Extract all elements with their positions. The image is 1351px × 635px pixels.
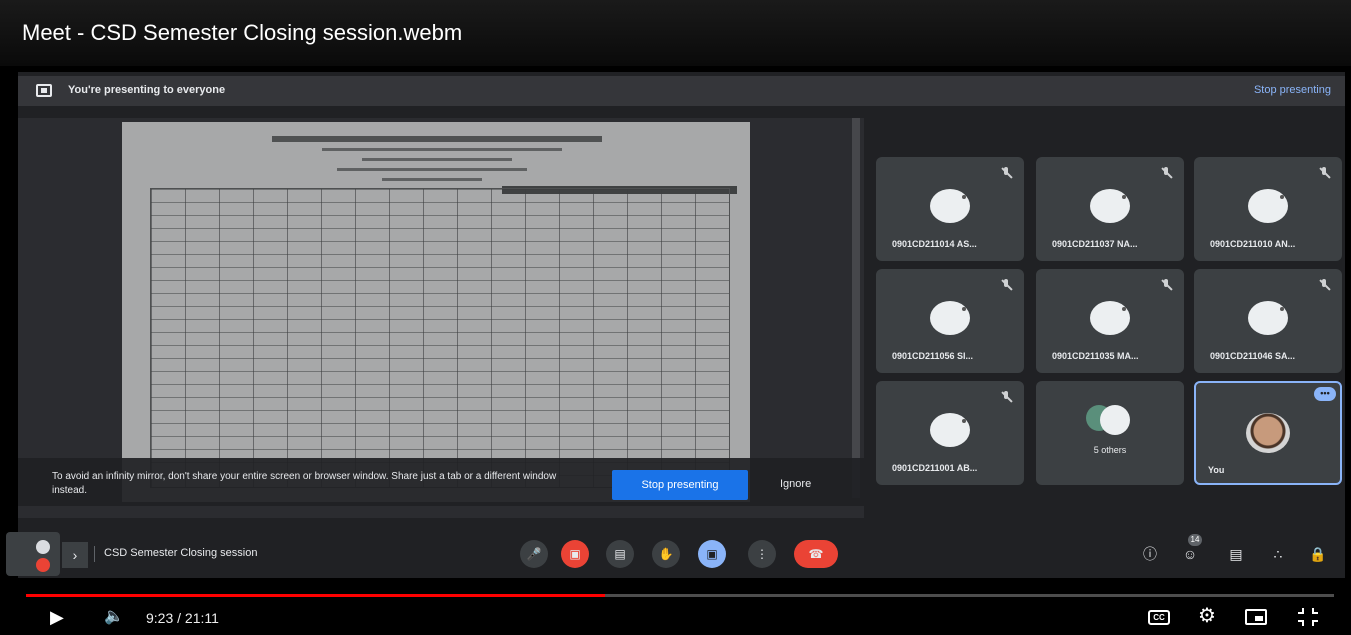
mic-off-icon: [1000, 279, 1012, 291]
captions-icon[interactable]: CC: [1148, 610, 1170, 625]
presenting-text: You're presenting to everyone: [68, 84, 226, 96]
mic-off-icon: [1000, 167, 1012, 179]
time-display: 9:23 / 21:11: [146, 610, 219, 626]
participant-tile[interactable]: 0901CD211056 SI...: [876, 269, 1024, 373]
stop-presenting-button[interactable]: Stop presenting: [612, 470, 748, 500]
mic-off-button[interactable]: 🎤: [520, 540, 548, 568]
participant-tile[interactable]: 0901CD211010 AN...: [1194, 157, 1342, 261]
participant-name: 0901CD211001 AB...: [892, 463, 978, 473]
document-header-line: [272, 136, 602, 142]
participant-tile[interactable]: 0901CD211001 AB...: [876, 381, 1024, 485]
avatar: [930, 413, 970, 447]
document-line: [322, 148, 562, 151]
ignore-button[interactable]: Ignore: [780, 478, 811, 490]
infinity-mirror-warning: To avoid an infinity mirror, don't share…: [18, 458, 864, 506]
participant-name: 0901CD211046 SA...: [1210, 351, 1296, 361]
warning-text: To avoid an infinity mirror, don't share…: [52, 471, 557, 496]
host-controls-icon[interactable]: 🔒: [1308, 544, 1328, 564]
people-icon[interactable]: ☺ 14: [1180, 534, 1202, 564]
self-tile[interactable]: ••• You: [1194, 381, 1342, 485]
mic-off-icon: [1160, 167, 1172, 179]
avatar: [930, 189, 970, 223]
camera-status-icon: [36, 540, 50, 554]
chat-icon[interactable]: ▤: [1226, 544, 1246, 564]
document-line: [337, 168, 527, 171]
participant-tile[interactable]: 0901CD211035 MA...: [1036, 269, 1184, 373]
meeting-info-icon[interactable]: ⓘ: [1140, 544, 1160, 564]
self-avatar: [1246, 413, 1290, 453]
avatar: [1090, 301, 1130, 335]
more-options-icon[interactable]: •••: [1314, 387, 1336, 401]
document-line: [382, 178, 482, 181]
video-title-bar: Meet - CSD Semester Closing session.webm: [0, 0, 1351, 66]
screen-divider: [852, 118, 860, 498]
player-control-bar: ▶ 🔈 9:23 / 21:11 CC ⚙: [0, 598, 1351, 635]
participant-count-badge: 14: [1188, 534, 1202, 546]
participant-name: 0901CD211056 SI...: [892, 351, 974, 361]
participant-name: 0901CD211010 AN...: [1210, 239, 1296, 249]
chevron-right-icon[interactable]: ›: [62, 542, 88, 568]
mic-off-icon: [1000, 391, 1012, 403]
participant-tile[interactable]: 0901CD211014 AS...: [876, 157, 1024, 261]
present-button[interactable]: ▣: [698, 540, 726, 568]
meet-control-bar: › CSD Semester Closing session 🎤 ▣ ▤ ✋ ▣…: [4, 532, 1347, 576]
miniplayer-icon[interactable]: [1245, 609, 1267, 625]
gear-icon[interactable]: ⚙: [1198, 606, 1216, 626]
self-label: You: [1208, 465, 1225, 475]
avatar: [1248, 189, 1288, 223]
avatar: [1100, 405, 1130, 435]
shared-document-image: [122, 122, 750, 502]
more-options-button[interactable]: ⋮: [748, 540, 776, 568]
camera-off-button[interactable]: ▣: [561, 540, 589, 568]
presenting-banner: You're presenting to everyone Stop prese…: [18, 76, 1345, 106]
video-title: Meet - CSD Semester Closing session.webm: [22, 20, 463, 45]
play-icon[interactable]: ▶: [50, 606, 64, 628]
mic-off-icon: [1318, 279, 1330, 291]
present-screen-icon: [36, 84, 52, 97]
avatar: [1090, 189, 1130, 223]
captions-button[interactable]: ▤: [606, 540, 634, 568]
others-count-label: 5 others: [1093, 445, 1127, 455]
record-status-icon: [36, 558, 50, 572]
progress-bar[interactable]: [26, 594, 1334, 597]
mic-off-icon: [1318, 167, 1330, 179]
document-line: [362, 158, 512, 161]
participant-grid: 0901CD211014 AS... 0901CD211037 NA... 09…: [876, 157, 1346, 487]
end-call-button[interactable]: ☎: [794, 540, 838, 568]
video-player[interactable]: Meet - CSD Semester Closing session.webm…: [0, 0, 1351, 635]
mic-off-icon: [1160, 279, 1172, 291]
document-table: [150, 188, 730, 488]
stop-presenting-link[interactable]: Stop presenting: [1254, 84, 1331, 96]
avatar: [1248, 301, 1288, 335]
raise-hand-button[interactable]: ✋: [652, 540, 680, 568]
volume-icon[interactable]: 🔈: [104, 606, 124, 628]
meeting-name: CSD Semester Closing session: [104, 547, 258, 559]
participant-name: 0901CD211035 MA...: [1052, 351, 1139, 361]
exit-fullscreen-icon[interactable]: [1298, 608, 1318, 626]
divider: [94, 546, 95, 562]
participant-name: 0901CD211014 AS...: [892, 239, 977, 249]
participant-tile[interactable]: 0901CD211046 SA...: [1194, 269, 1342, 373]
participant-tile[interactable]: 0901CD211037 NA...: [1036, 157, 1184, 261]
participant-name: 0901CD211037 NA...: [1052, 239, 1138, 249]
avatar: [930, 301, 970, 335]
activities-icon[interactable]: ∴: [1268, 544, 1288, 564]
progress-played: [26, 594, 606, 597]
others-tile[interactable]: 5 others: [1036, 381, 1184, 485]
self-view-pip[interactable]: [6, 532, 60, 576]
